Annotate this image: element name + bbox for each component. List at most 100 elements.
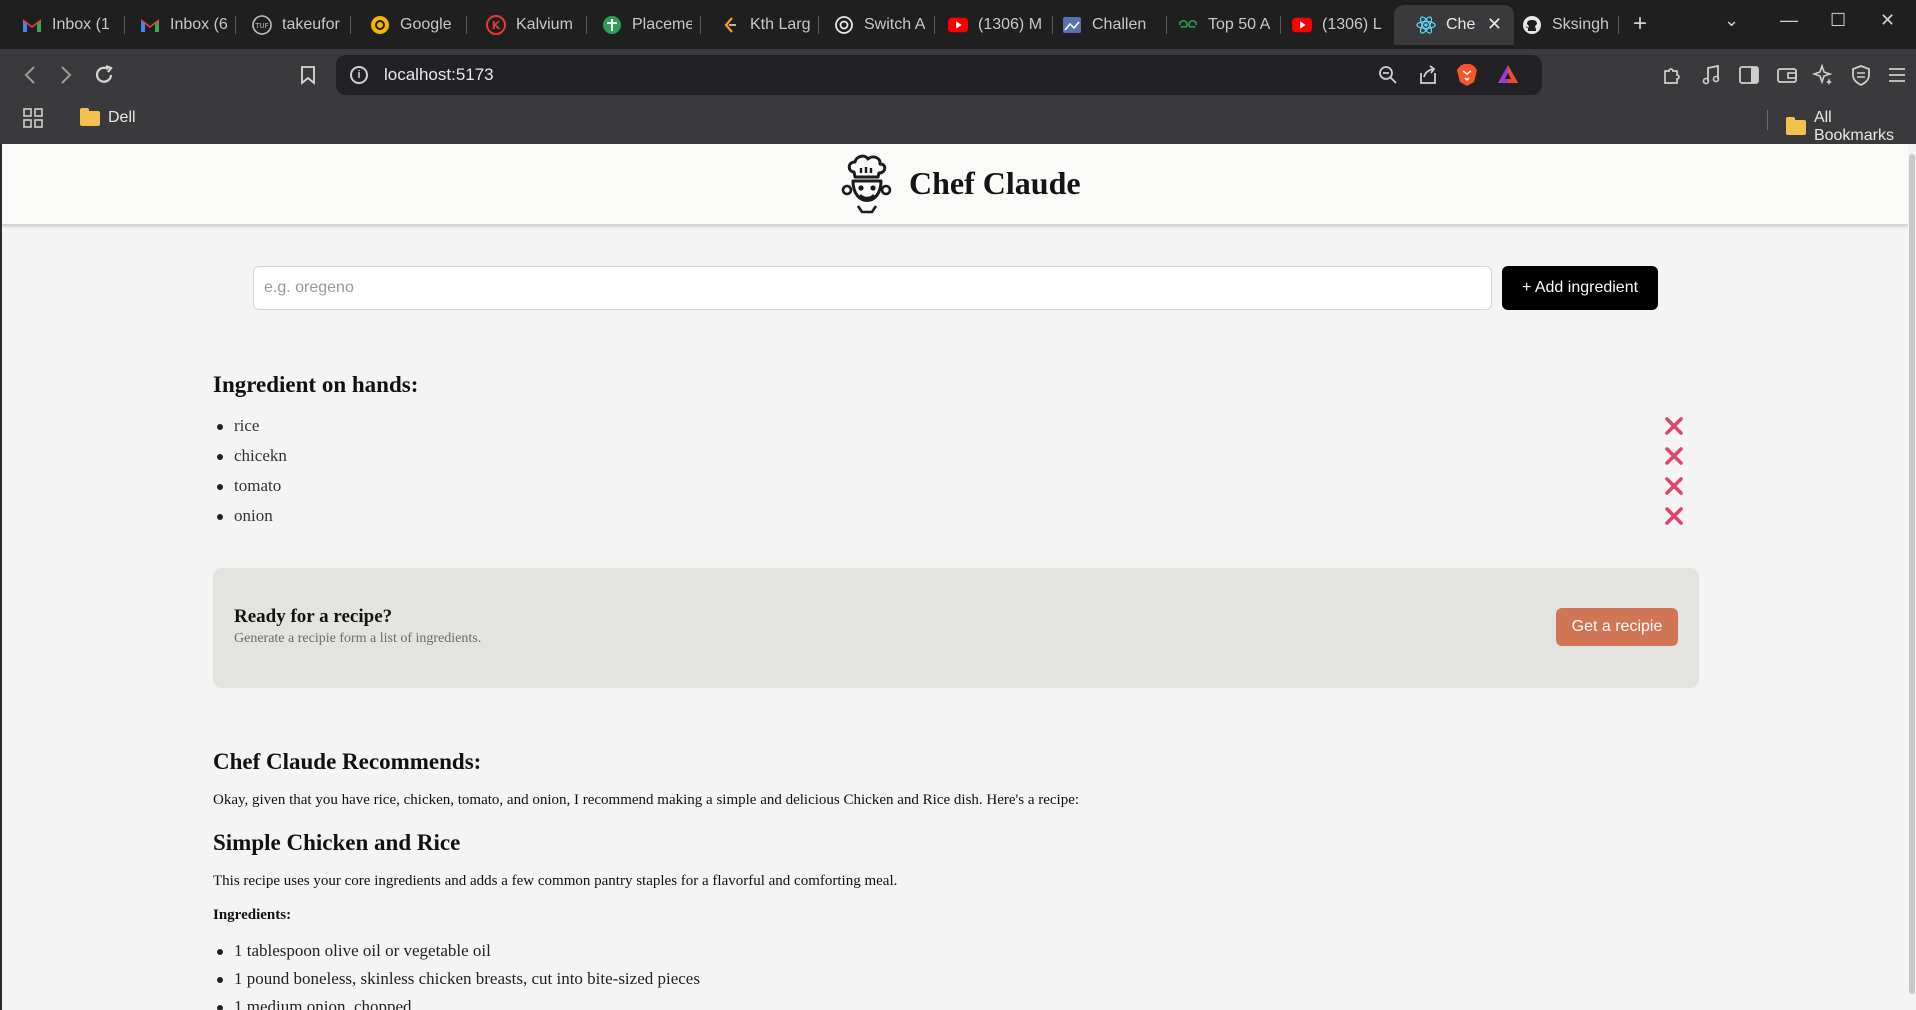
tab[interactable]: Top 50 A xyxy=(1156,5,1274,45)
site-info-icon[interactable]: i xyxy=(350,66,368,84)
tab-label: (1306) L xyxy=(1322,16,1382,33)
bookmark-folder-dell[interactable]: Dell xyxy=(80,107,136,127)
page-viewport: Chef Claude + Add ingredient Ingredient … xyxy=(0,144,1916,1010)
recipe-ingredient-item: 1 medium onion, chopped xyxy=(213,994,700,1010)
tab-search-icon[interactable]: ⌄ xyxy=(1724,10,1739,31)
remove-ingredient-icon[interactable] xyxy=(1663,505,1685,527)
tab-label: takeufor xyxy=(282,16,340,33)
new-tab-button[interactable]: + xyxy=(1633,10,1647,38)
ingredient-item: rice xyxy=(213,411,1703,441)
address-bar[interactable]: i localhost:5173 xyxy=(336,55,1542,95)
challenge-icon xyxy=(1062,15,1082,35)
extensions-icon[interactable] xyxy=(1660,62,1686,88)
back-icon[interactable] xyxy=(16,61,44,89)
leo-ai-icon[interactable] xyxy=(1810,62,1836,88)
recipe-ingredient-text: 1 medium onion, chopped xyxy=(234,997,412,1010)
recipe-ingredient-list: 1 tablespoon olive oil or vegetable oil … xyxy=(213,938,700,1010)
geeksforgeeks-icon xyxy=(1178,15,1198,35)
chef-logo-icon xyxy=(840,154,892,214)
tab-active[interactable]: Che ✕ xyxy=(1394,5,1514,45)
remove-ingredient-icon[interactable] xyxy=(1663,415,1685,437)
recommendation-heading: Chef Claude Recommends: xyxy=(213,749,482,774)
tab[interactable]: TUF takeufor xyxy=(230,5,346,45)
bookmarks-bar xyxy=(0,101,1916,144)
close-window-button[interactable]: ✕ xyxy=(1880,10,1895,31)
tab-label: Inbox (6 xyxy=(170,16,228,33)
menu-icon[interactable] xyxy=(1884,62,1910,88)
kalvium-icon: K xyxy=(486,15,506,35)
ingredients-heading: Ingredient on hands: xyxy=(213,372,419,397)
recommendation-intro: Okay, given that you have rice, chicken,… xyxy=(213,792,1080,808)
recipe-ingredient-item: 1 tablespoon olive oil or vegetable oil xyxy=(213,938,700,966)
get-recipe-card: Ready for a recipe? Generate a recipie f… xyxy=(213,568,1699,688)
tab-label: Google xyxy=(400,16,452,33)
ingredient-name: rice xyxy=(234,416,260,435)
openai-icon xyxy=(834,15,854,35)
browser-toolbar: i localhost:5173 xyxy=(0,49,1916,101)
tab-label: Challen xyxy=(1092,16,1147,33)
tab-label: Top 50 A xyxy=(1208,16,1271,33)
tab[interactable]: Inbox (1 xyxy=(0,5,118,45)
tab[interactable]: Inbox (6 xyxy=(118,5,228,45)
tab[interactable]: Placeme xyxy=(580,5,692,45)
google-icon xyxy=(370,15,390,35)
tab[interactable]: K Kalvium xyxy=(464,5,582,45)
tab[interactable]: Challen xyxy=(1040,5,1156,45)
leetcode-icon xyxy=(720,15,740,35)
tab[interactable]: Kth Larg xyxy=(698,5,810,45)
bookmark-folder-label: Dell xyxy=(108,109,136,126)
add-ingredient-button[interactable]: + Add ingredient xyxy=(1502,266,1658,310)
page-scrollbar[interactable] xyxy=(1908,144,1916,1010)
tab-label: Switch A xyxy=(864,16,926,33)
forward-icon[interactable] xyxy=(52,61,80,89)
url-text: localhost:5173 xyxy=(384,65,494,84)
remove-ingredient-icon[interactable] xyxy=(1663,475,1685,497)
recipe-ingredient-item: 1 pound boneless, skinless chicken breas… xyxy=(213,966,700,994)
ingredient-name: tomato xyxy=(234,476,282,495)
sidebar-icon[interactable] xyxy=(1736,62,1762,88)
ingredient-item: onion xyxy=(213,501,1703,531)
tab-label: Placeme xyxy=(632,16,692,33)
ingredient-list: rice chicekn tomato onion xyxy=(213,411,1703,531)
brave-rewards-icon[interactable] xyxy=(1496,63,1520,87)
all-bookmarks[interactable]: All Bookmarks xyxy=(1786,109,1916,145)
tab[interactable]: (1306) M xyxy=(926,5,1046,45)
ingredient-input[interactable] xyxy=(253,266,1492,310)
scrollbar-thumb[interactable] xyxy=(1909,154,1915,994)
get-recipe-button[interactable]: Get a recipie xyxy=(1556,608,1678,646)
maximize-button[interactable]: ☐ xyxy=(1830,10,1846,31)
minimize-button[interactable]: — xyxy=(1780,10,1798,31)
svg-text:K: K xyxy=(492,19,501,32)
tab-label: Inbox (1 xyxy=(52,16,110,33)
wallet-icon[interactable] xyxy=(1774,62,1800,88)
bookmark-icon[interactable] xyxy=(294,61,322,89)
tab[interactable]: (1306) L xyxy=(1270,5,1386,45)
remove-ingredient-icon[interactable] xyxy=(1663,445,1685,467)
share-icon[interactable] xyxy=(1416,63,1440,87)
vpn-icon[interactable] xyxy=(1848,62,1874,88)
youtube-icon xyxy=(948,15,968,35)
recipe-title: Simple Chicken and Rice xyxy=(213,830,461,855)
recipe-ingredient-text: 1 pound boneless, skinless chicken breas… xyxy=(234,969,700,988)
app-title: Chef Claude xyxy=(909,165,1081,201)
ingredient-name: chicekn xyxy=(234,446,287,465)
tab[interactable]: Google xyxy=(348,5,458,45)
recipe-ingredients-label: Ingredients: xyxy=(213,907,292,923)
takeuforward-icon: TUF xyxy=(252,15,272,35)
music-icon[interactable] xyxy=(1698,62,1724,88)
react-icon xyxy=(1416,15,1436,35)
tab-label: Che xyxy=(1446,16,1476,33)
all-bookmarks-label: All Bookmarks xyxy=(1813,109,1894,144)
folder-icon xyxy=(1786,116,1806,135)
card-title: Ready for a recipe? xyxy=(234,606,393,627)
youtube-icon xyxy=(1292,15,1312,35)
reload-icon[interactable] xyxy=(90,61,118,89)
apps-grid-icon[interactable] xyxy=(22,107,46,131)
zoom-icon[interactable] xyxy=(1376,63,1400,87)
tab-label: Sksingh xyxy=(1552,16,1609,33)
tab[interactable]: Sksingh xyxy=(1500,5,1616,45)
ingredient-item: tomato xyxy=(213,471,1703,501)
brave-shields-icon[interactable] xyxy=(1456,63,1480,87)
tab[interactable]: Switch A xyxy=(812,5,926,45)
browser-tab-bar: Inbox (1 Inbox (6 TUF takeufor Google K … xyxy=(0,0,1916,49)
